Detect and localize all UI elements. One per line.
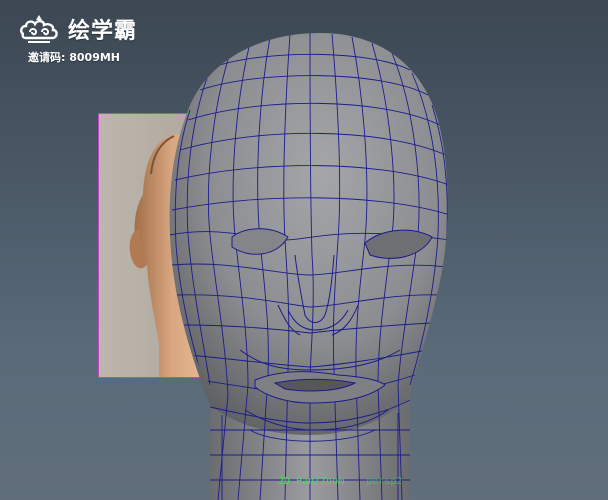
- camera-name-label: persp2: [366, 476, 403, 487]
- invite-code: 邀请码: 8009MH: [28, 51, 120, 64]
- pan-zoom-mode-label: 2D Pan/Zoom: [278, 476, 345, 487]
- brand-watermark: 绘学霸: [18, 12, 137, 46]
- head-wireframe: [169, 33, 448, 500]
- 3d-viewport[interactable]: 绘学霸 邀请码: 8009MH 2D Pan/Zoom persp2: [0, 0, 608, 500]
- brand-name: 绘学霸: [68, 19, 138, 44]
- head-mesh[interactable]: [160, 25, 460, 500]
- viewport-hud: 2D Pan/Zoom persp2: [278, 476, 402, 487]
- cloud-swirl-logo-icon: [20, 15, 58, 43]
